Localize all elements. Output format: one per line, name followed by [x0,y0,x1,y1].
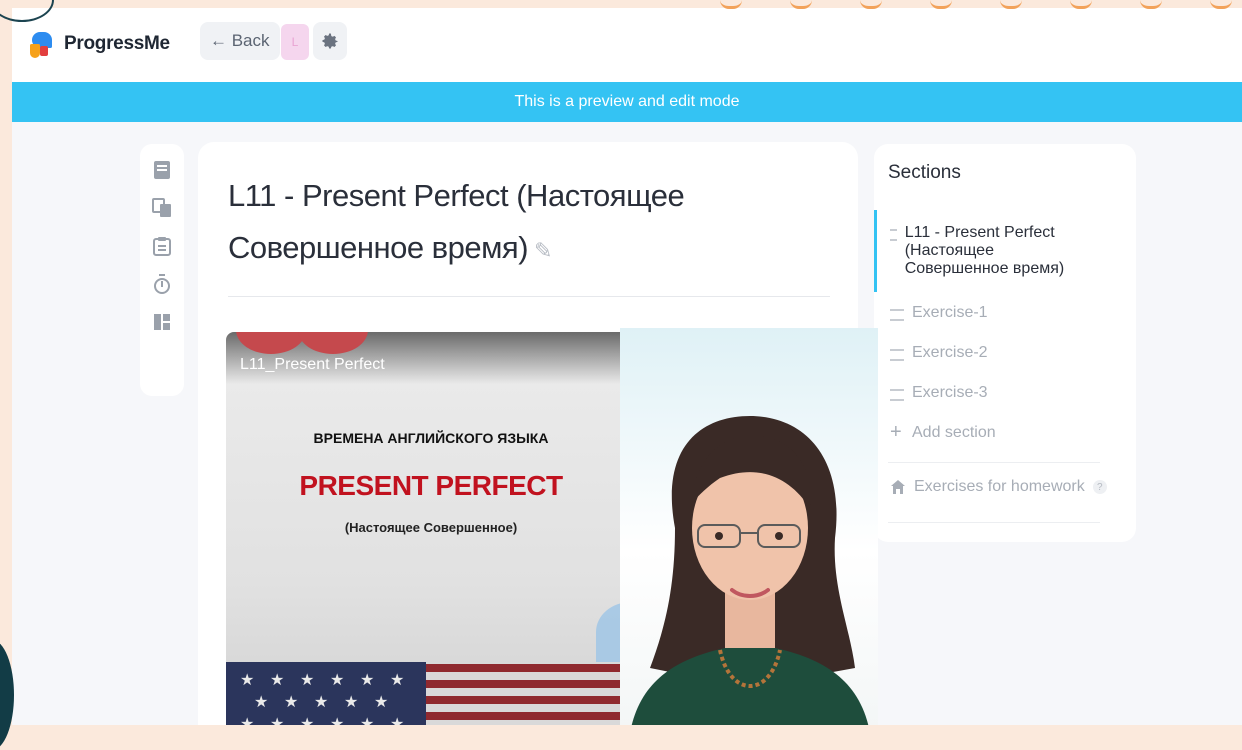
gear-icon [322,33,338,49]
active-indicator [874,210,877,292]
timer-icon[interactable] [151,272,173,296]
left-toolbar [140,144,184,396]
homework-link[interactable]: Exercises for homework ? [890,478,1107,496]
decorative-mark [1000,0,1022,9]
help-icon[interactable]: ? [1092,480,1107,494]
decorative-mark [720,0,742,9]
section-item-exercise-1[interactable]: Exercise-1 [890,304,988,322]
sections-heading: Sections [888,162,961,183]
page-title: L11 - Present Perfect (Настоящее Соверше… [228,170,708,277]
logo-icon [30,30,56,58]
back-label: ← Back [210,31,270,50]
decorative-mark [1210,0,1232,9]
slide-title: PRESENT PERFECT [299,470,563,501]
decorative-mark [1070,0,1092,9]
drag-handle-icon[interactable] [890,349,904,361]
add-section-label: Add section [912,424,996,441]
teacher-photo [620,328,878,725]
plus-icon: + [890,421,902,443]
slide-caption: (Настоящее Совершенное) [344,520,518,535]
drag-handle-icon[interactable] [890,309,904,321]
book-icon[interactable] [151,158,173,182]
translate-icon[interactable] [151,196,173,220]
app-header: ProgressMe ← Back L [12,8,1242,82]
add-section-button[interactable]: + Add section [890,421,996,443]
avatar[interactable]: L [281,24,309,60]
section-item-exercise-3[interactable]: Exercise-3 [890,384,988,402]
section-label: Exercise-3 [912,384,988,401]
section-label: L11 - Present Perfect (Настоящее Соверше… [904,224,1065,277]
decorative-mark [860,0,882,9]
decorative-mark [930,0,952,9]
homework-label: Exercises for homework [914,478,1085,495]
decorative-mark [790,0,812,9]
preview-mode-banner: This is a preview and edit mode [12,82,1242,122]
flag-canton: ★ ★ ★ ★ ★ ★ ★ ★ ★ ★ ★ ★ ★ ★ ★ ★ ★ [226,662,426,725]
home-icon [891,480,905,494]
divider [888,522,1100,523]
divider [888,462,1100,463]
slide-subtitle: ВРЕМЕНА АНГЛИЙСКОГО ЯЗЫКА [313,430,549,446]
back-button[interactable]: ← Back [200,22,280,60]
drag-handle-icon[interactable] [890,389,904,401]
layout-icon[interactable] [151,310,173,334]
decorative-top-strip [0,0,1242,9]
lesson-title[interactable]: L11 - Present Perfect (Настоящее Соверше… [228,178,685,265]
settings-button[interactable] [313,22,347,60]
divider [228,296,830,297]
app-name: ProgressMe [64,33,170,54]
decorative-mark [1140,0,1162,9]
banner-text: This is a preview and edit mode [514,93,740,110]
app-logo[interactable]: ProgressMe [30,30,170,58]
pencil-icon[interactable]: ✎ [534,238,552,263]
video-title: L11_Present Perfect [240,356,385,373]
drag-handle-icon[interactable] [890,229,897,241]
section-item-active[interactable]: L11 - Present Perfect (Настоящее Соверше… [890,224,1100,278]
clipboard-icon[interactable] [151,234,173,258]
app-window: ProgressMe ← Back L This is a preview an… [12,8,1242,725]
section-label: Exercise-2 [912,344,988,361]
section-label: Exercise-1 [912,304,988,321]
sections-panel: Sections L11 - Present Perfect (Настояще… [874,144,1136,542]
section-item-exercise-2[interactable]: Exercise-2 [890,344,988,362]
